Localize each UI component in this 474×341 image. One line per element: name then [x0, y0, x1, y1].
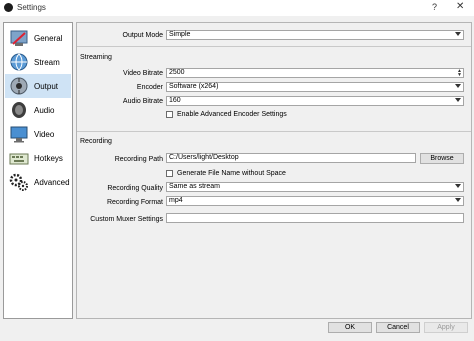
chevron-down-icon	[455, 98, 461, 102]
no-space-filename-checkbox[interactable]	[166, 170, 173, 177]
output-mode-label: Output Mode	[122, 32, 163, 39]
output-mode-value: Simple	[169, 31, 191, 38]
chevron-down-icon	[455, 32, 461, 36]
streaming-section-title: Streaming	[80, 54, 112, 61]
encoder-select[interactable]: Software (x264)	[166, 82, 464, 92]
output-icon	[10, 77, 28, 95]
ok-button[interactable]: OK	[328, 322, 372, 333]
no-space-filename-label[interactable]: Generate File Name without Space	[177, 170, 286, 177]
sidebar-item-label: Audio	[34, 106, 55, 115]
video-icon	[10, 126, 28, 143]
sidebar-item-video[interactable]: Video	[5, 122, 71, 146]
sidebar-item-general[interactable]: General	[5, 26, 71, 50]
chevron-down-icon	[455, 198, 461, 202]
window-title: Settings	[17, 3, 46, 12]
encoder-value: Software (x264)	[169, 83, 219, 90]
recording-quality-value: Same as stream	[169, 183, 220, 190]
help-button[interactable]: ?	[432, 2, 437, 12]
title-bar: Settings ? ✕	[0, 0, 474, 16]
audio-bitrate-label: Audio Bitrate	[122, 98, 163, 105]
advanced-encoder-label[interactable]: Enable Advanced Encoder Settings	[177, 111, 287, 118]
chevron-down-icon	[455, 184, 461, 188]
stream-icon	[10, 53, 28, 71]
sidebar-item-audio[interactable]: Audio	[5, 98, 71, 122]
divider	[77, 131, 471, 132]
advanced-icon	[9, 173, 28, 191]
recording-format-select[interactable]: mp4	[166, 196, 464, 206]
audio-icon	[12, 102, 26, 118]
spin-arrows-icon[interactable]: ▲ ▼	[457, 69, 462, 78]
close-button[interactable]: ✕	[456, 1, 464, 12]
sidebar-item-output[interactable]: Output	[5, 74, 71, 98]
recording-path-input[interactable]: C:/Users/light/Desktop	[166, 153, 416, 163]
divider	[77, 46, 471, 47]
cancel-button[interactable]: Cancel	[376, 322, 420, 333]
recording-quality-select[interactable]: Same as stream	[166, 182, 464, 192]
sidebar-item-hotkeys[interactable]: Hotkeys	[5, 146, 71, 170]
audio-bitrate-select[interactable]: 160	[166, 96, 464, 106]
video-bitrate-value: 2500	[169, 69, 185, 76]
sidebar-item-label: Advanced	[34, 178, 70, 187]
recording-format-label: Recording Format	[106, 199, 163, 206]
browse-button[interactable]: Browse	[420, 153, 464, 164]
recording-format-value: mp4	[169, 197, 183, 204]
recording-section-title: Recording	[80, 138, 112, 145]
custom-muxer-label: Custom Muxer Settings	[90, 216, 163, 223]
sidebar-item-label: General	[34, 34, 63, 43]
settings-sidebar: General Stream Output Audio Video Hotkey…	[3, 22, 73, 319]
apply-button[interactable]: Apply	[424, 322, 468, 333]
hotkeys-icon	[9, 153, 29, 165]
encoder-label: Encoder	[136, 84, 163, 91]
sidebar-item-label: Video	[34, 130, 55, 139]
sidebar-item-stream[interactable]: Stream	[5, 50, 71, 74]
chevron-down-icon	[455, 84, 461, 88]
sidebar-item-label: Stream	[34, 58, 60, 67]
video-bitrate-label: Video Bitrate	[123, 70, 163, 77]
recording-quality-label: Recording Quality	[107, 185, 163, 192]
output-mode-select[interactable]: Simple	[166, 30, 464, 40]
general-icon	[10, 30, 28, 46]
custom-muxer-input[interactable]	[166, 213, 464, 223]
audio-bitrate-value: 160	[169, 97, 181, 104]
sidebar-item-label: Output	[34, 82, 59, 91]
sidebar-item-advanced[interactable]: Advanced	[5, 170, 71, 194]
advanced-encoder-checkbox[interactable]	[166, 111, 173, 118]
output-settings-panel: Output Mode Simple Streaming Video Bitra…	[76, 22, 472, 319]
video-bitrate-spinbox[interactable]: 2500 ▲ ▼	[166, 68, 464, 78]
obs-logo-icon	[4, 3, 13, 12]
recording-path-label: Recording Path	[114, 156, 163, 163]
sidebar-item-label: Hotkeys	[34, 154, 63, 163]
